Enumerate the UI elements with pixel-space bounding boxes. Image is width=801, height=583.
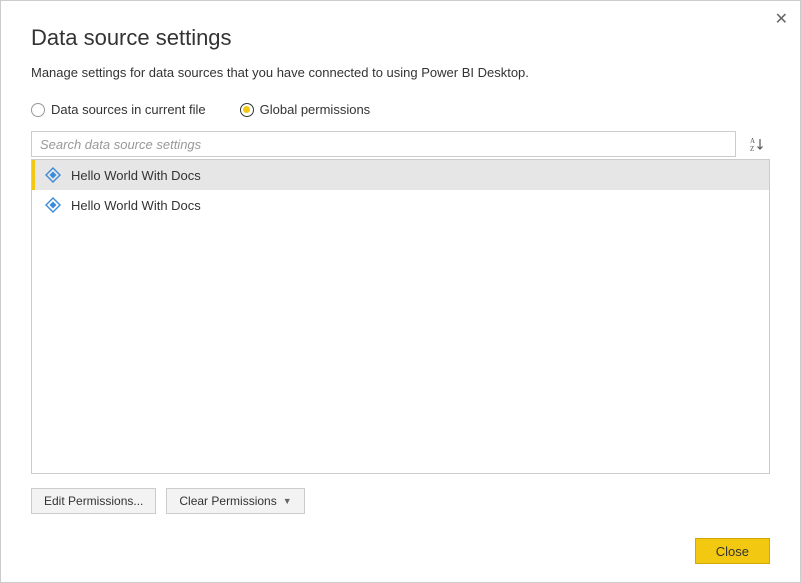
dialog-subtitle: Manage settings for data sources that yo… (31, 65, 770, 80)
button-label: Close (716, 544, 749, 559)
list-item-label: Hello World With Docs (71, 198, 201, 213)
sort-button[interactable]: A Z (744, 131, 770, 157)
radio-global-permissions[interactable]: Global permissions (240, 102, 371, 117)
dialog-title: Data source settings (31, 25, 770, 51)
radio-icon (31, 103, 45, 117)
svg-text:A: A (750, 137, 755, 145)
radio-current-file[interactable]: Data sources in current file (31, 102, 206, 117)
list-item-label: Hello World With Docs (71, 168, 201, 183)
edit-permissions-button[interactable]: Edit Permissions... (31, 488, 156, 514)
search-input[interactable] (31, 131, 736, 157)
datasource-icon (45, 167, 61, 183)
chevron-down-icon: ▼ (283, 496, 292, 506)
clear-permissions-button[interactable]: Clear Permissions ▼ (166, 488, 304, 514)
data-source-list: Hello World With Docs Hello World With D… (31, 159, 770, 474)
button-label: Edit Permissions... (44, 494, 143, 508)
radio-dot-icon (243, 106, 250, 113)
button-label: Clear Permissions (179, 494, 276, 508)
dialog-footer: Close (31, 538, 770, 564)
list-item[interactable]: Hello World With Docs (32, 190, 769, 220)
close-icon[interactable]: ✕ (775, 9, 788, 29)
dialog-content: Data source settings Manage settings for… (1, 1, 800, 582)
search-row: A Z (31, 131, 770, 157)
sort-az-icon: A Z (749, 136, 765, 152)
list-item[interactable]: Hello World With Docs (32, 160, 769, 190)
radio-label: Data sources in current file (51, 102, 206, 117)
svg-text:Z: Z (750, 145, 754, 152)
close-button[interactable]: Close (695, 538, 770, 564)
datasource-icon (45, 197, 61, 213)
scope-radio-group: Data sources in current file Global perm… (31, 102, 770, 117)
action-buttons: Edit Permissions... Clear Permissions ▼ (31, 488, 770, 514)
radio-label: Global permissions (260, 102, 371, 117)
radio-icon (240, 103, 254, 117)
